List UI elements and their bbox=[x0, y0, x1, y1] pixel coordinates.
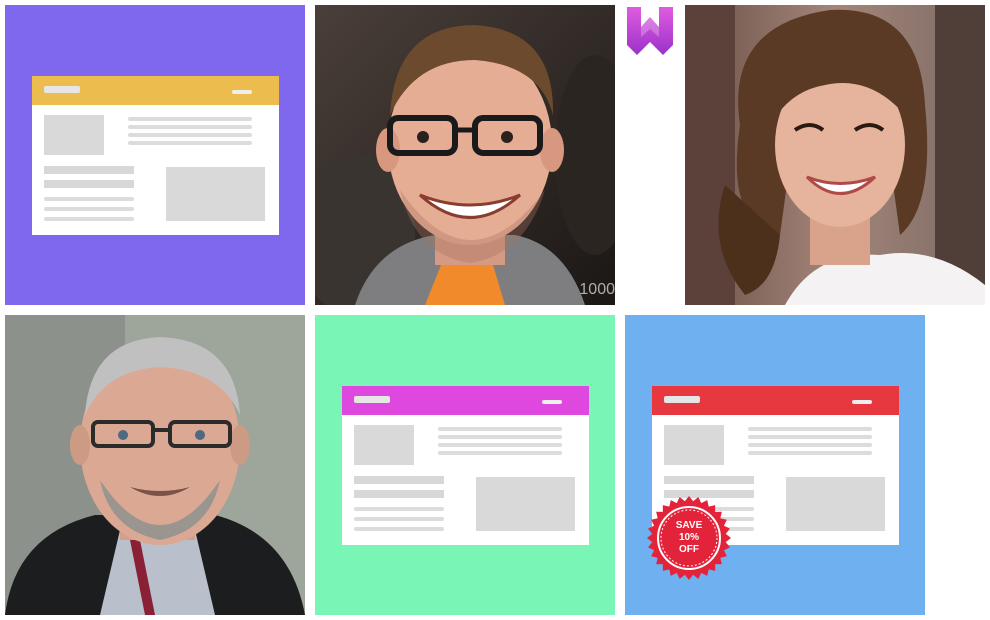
template-logo-placeholder bbox=[664, 396, 700, 403]
template-header bbox=[342, 386, 589, 415]
portrait-older-man-image bbox=[5, 315, 305, 615]
image-placeholder bbox=[44, 115, 104, 155]
template-menu-placeholder bbox=[232, 90, 252, 94]
template-tile-green[interactable] bbox=[315, 315, 615, 615]
portrait-man-glasses-image bbox=[315, 5, 615, 305]
text-line bbox=[438, 427, 562, 431]
image-watermark: 1000 bbox=[579, 281, 615, 298]
template-logo-placeholder bbox=[354, 396, 390, 403]
badge-text: SAVE 10% OFF bbox=[646, 495, 732, 581]
heading-placeholder bbox=[664, 476, 754, 484]
heading-placeholder bbox=[354, 490, 444, 498]
text-line bbox=[128, 133, 252, 137]
text-line bbox=[128, 141, 252, 145]
badge-line-off: OFF bbox=[679, 544, 699, 555]
photo-tile-older-man[interactable] bbox=[5, 315, 305, 615]
badge-line-percent: 10% bbox=[678, 532, 699, 543]
template-logo-placeholder bbox=[44, 86, 80, 93]
text-line bbox=[748, 435, 872, 439]
text-line bbox=[354, 507, 444, 511]
template-tile-purple[interactable] bbox=[5, 5, 305, 305]
heading-placeholder bbox=[354, 476, 444, 484]
text-line bbox=[748, 443, 872, 447]
text-line bbox=[128, 125, 252, 129]
template-preview bbox=[342, 386, 589, 545]
text-line bbox=[748, 451, 872, 455]
text-line bbox=[354, 527, 444, 531]
badge-line-save: SAVE bbox=[675, 520, 703, 531]
sale-badge[interactable]: SAVE 10% OFF bbox=[646, 495, 732, 581]
template-header bbox=[32, 76, 279, 105]
template-preview bbox=[32, 76, 279, 235]
text-line bbox=[44, 217, 134, 221]
w-logo-icon[interactable] bbox=[625, 5, 675, 55]
template-menu-placeholder bbox=[852, 400, 872, 404]
text-line bbox=[438, 435, 562, 439]
portrait-woman-image bbox=[685, 5, 985, 305]
text-line bbox=[438, 451, 562, 455]
text-line bbox=[44, 197, 134, 201]
heading-placeholder bbox=[44, 180, 134, 188]
image-placeholder bbox=[476, 477, 575, 531]
image-placeholder bbox=[664, 425, 724, 465]
photo-tile-man-glasses[interactable]: 1000 bbox=[315, 5, 615, 305]
photo-tile-woman-curly-hair[interactable] bbox=[685, 5, 985, 305]
template-header bbox=[652, 386, 899, 415]
text-line bbox=[748, 427, 872, 431]
image-placeholder bbox=[354, 425, 414, 465]
template-tile-blue[interactable]: SAVE 10% OFF bbox=[625, 315, 925, 615]
heading-placeholder bbox=[44, 166, 134, 174]
text-line bbox=[44, 207, 134, 211]
image-placeholder bbox=[166, 167, 265, 221]
image-placeholder bbox=[786, 477, 885, 531]
text-line bbox=[128, 117, 252, 121]
text-line bbox=[438, 443, 562, 447]
text-line bbox=[354, 517, 444, 521]
template-menu-placeholder bbox=[542, 400, 562, 404]
